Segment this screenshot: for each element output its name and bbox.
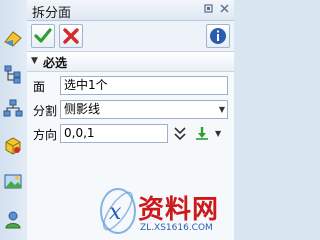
info-icon <box>210 28 226 44</box>
collapse-arrow-icon[interactable]: ▼ <box>31 56 38 66</box>
checkmark-icon <box>34 28 52 43</box>
panel-titlebar: 拆分面 <box>27 0 234 21</box>
image-tool-icon[interactable] <box>3 172 23 192</box>
split-row: 分割 侧影线 ▼ <box>27 99 234 121</box>
direction-input[interactable]: 0,0,1 <box>60 124 168 143</box>
watermark-brand: 资料网 <box>138 195 220 225</box>
app-frame: 拆分面 ▼ 必选 面 选中1个 分割 侧影线 ▼ 方向 0,0,1 ▼ x 资料… <box>0 0 234 240</box>
watermark-url: ZL.XS1616.COM <box>140 223 213 233</box>
direction-menu-arrow-icon[interactable]: ▼ <box>215 129 221 138</box>
expand-down-icon[interactable] <box>172 125 188 142</box>
tree-tool-icon[interactable] <box>3 98 23 118</box>
command-toolbar <box>27 21 234 52</box>
pin-icon[interactable] <box>203 3 214 14</box>
split-label: 分割 <box>33 104 58 118</box>
direction-vector-icon[interactable] <box>193 125 211 142</box>
split-value: 侧影线 <box>64 102 101 116</box>
info-button[interactable] <box>206 24 230 48</box>
face-input[interactable]: 选中1个 <box>60 76 228 95</box>
chevron-down-icon[interactable]: ▼ <box>219 101 225 118</box>
direction-label: 方向 <box>33 128 58 142</box>
direction-row: 方向 0,0,1 ▼ <box>27 123 234 145</box>
surface-tool-icon[interactable] <box>3 28 23 48</box>
x-icon <box>63 28 79 44</box>
face-label: 面 <box>33 80 46 94</box>
face-row: 面 选中1个 <box>27 75 234 97</box>
user-tool-icon[interactable] <box>3 210 23 230</box>
ok-button[interactable] <box>31 24 55 48</box>
cancel-button[interactable] <box>59 24 83 48</box>
split-dropdown[interactable]: 侧影线 ▼ <box>60 100 228 119</box>
svg-text:x: x <box>109 200 122 225</box>
panel-title: 拆分面 <box>32 6 72 21</box>
left-tool-strip <box>0 0 28 240</box>
watermark-logo: x 资料网 ZL.XS1616.COM <box>98 183 234 240</box>
section-title: 必选 <box>43 56 68 70</box>
close-icon[interactable] <box>219 3 230 14</box>
hierarchy-tool-icon[interactable] <box>3 64 23 84</box>
required-section-header[interactable]: ▼ 必选 <box>27 52 234 72</box>
cube-tool-icon[interactable] <box>3 136 23 156</box>
